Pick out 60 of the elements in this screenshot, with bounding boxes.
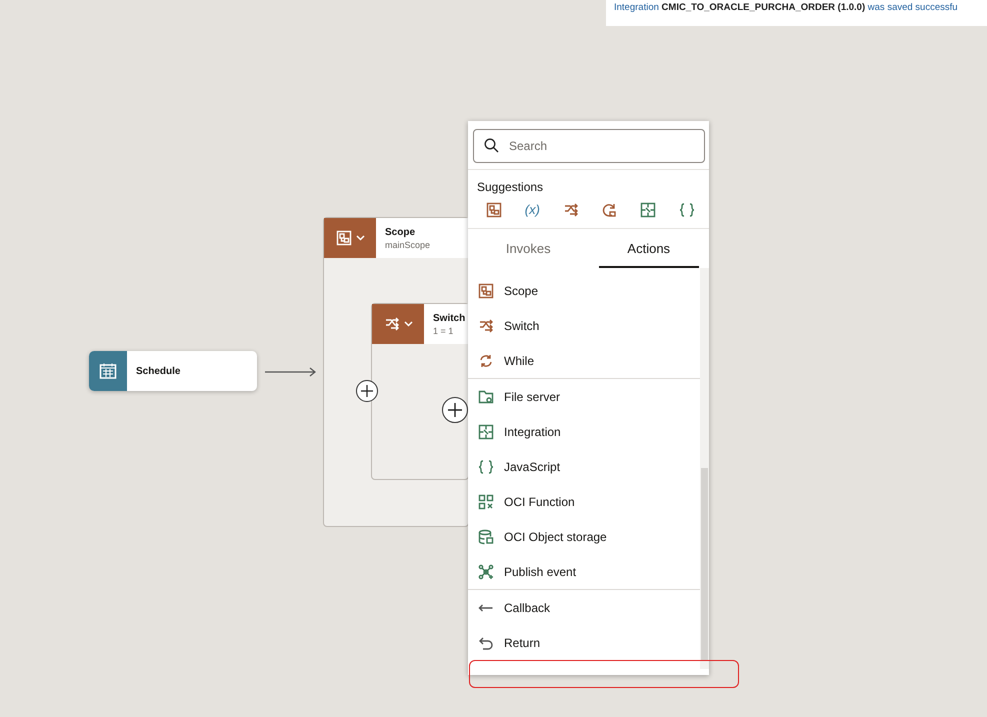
trigger-node[interactable]: Schedule: [89, 351, 257, 391]
nested-boxes-icon: [478, 282, 494, 298]
connector-arrow: [265, 367, 317, 377]
chevron-down-icon[interactable]: [356, 235, 364, 241]
branching-arrows-icon: [562, 202, 579, 218]
branching-arrows-icon: [478, 318, 494, 334]
network-nodes-icon: [478, 564, 494, 580]
tab[interactable]: Invokes: [468, 229, 588, 268]
calendar-icon: [99, 362, 117, 380]
node-title: Schedule: [136, 366, 180, 376]
item-label: While: [504, 354, 534, 368]
variable-icon[interactable]: (x): [524, 202, 540, 228]
item-label: Return: [504, 636, 540, 650]
loop-arrows-icon: [478, 352, 494, 368]
node-subtitle: 1 = 1: [433, 326, 454, 336]
palette-item[interactable]: Scope: [468, 273, 700, 308]
tab[interactable]: Actions: [588, 229, 709, 268]
database-icon: [478, 528, 494, 544]
palette-item[interactable]: Switch: [468, 308, 700, 343]
item-label: OCI Object storage: [504, 530, 607, 544]
palette-item[interactable]: Publish event: [468, 554, 700, 589]
node-subtitle: mainScope: [385, 240, 430, 250]
notification-message: Integration CMIC_TO_ORACLE_PURCHA_ORDER (1.0.0) was saved successfu: [614, 2, 958, 14]
search-icon: [484, 138, 499, 153]
node-title: Scope: [385, 226, 416, 238]
branching-arrows-icon: [384, 316, 400, 332]
item-label: Integration: [504, 424, 561, 438]
curly-braces-icon: [679, 202, 695, 218]
item-label: Callback: [504, 600, 550, 614]
scrollbar-thumb[interactable]: [701, 468, 708, 661]
palette-item[interactable]: Integration: [468, 414, 700, 449]
return-arrow-icon: [478, 634, 494, 650]
palette-item[interactable]: Return: [468, 625, 700, 660]
puzzle-grid-icon: [640, 202, 656, 218]
puzzle-grid-icon: [478, 424, 494, 440]
item-label: Switch: [504, 318, 540, 332]
item-label: File server: [504, 390, 560, 404]
nested-boxes-icon: [336, 230, 352, 246]
item-label: Scope: [504, 284, 538, 298]
item-label: JavaScript: [504, 460, 560, 474]
palette-item[interactable]: File server: [468, 379, 700, 414]
plus-icon[interactable]: [361, 385, 373, 397]
folder-icon: [478, 388, 494, 404]
redo-arrow-icon: [601, 202, 618, 218]
nested-boxes-icon: [486, 202, 502, 218]
palette-item[interactable]: Callback: [468, 590, 700, 625]
function-grid-icon: [478, 494, 494, 510]
search-field[interactable]: Search: [473, 129, 705, 163]
palette-item[interactable]: OCI Function: [468, 484, 700, 519]
section-heading: Suggestions: [477, 180, 544, 194]
plus-icon[interactable]: [448, 403, 462, 417]
chevron-down-icon[interactable]: [404, 321, 412, 327]
palette-item[interactable]: OCI Object storage: [468, 519, 700, 554]
item-label: Publish event: [504, 564, 576, 578]
palette-item[interactable]: While: [468, 343, 700, 378]
item-label: OCI Function: [504, 494, 575, 508]
scrollbar[interactable]: [700, 268, 709, 669]
palette-item[interactable]: JavaScript: [468, 449, 700, 484]
node-title: Switch: [433, 312, 466, 324]
curly-braces-icon: [478, 458, 494, 474]
